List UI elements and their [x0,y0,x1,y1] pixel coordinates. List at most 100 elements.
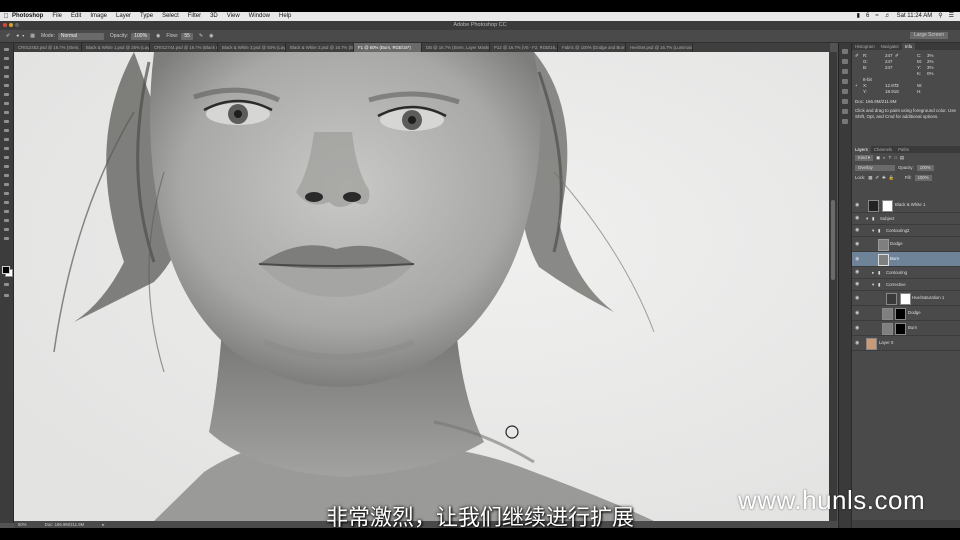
layer-row[interactable]: ◉ Burn [852,321,960,336]
gradient-tool-icon[interactable] [3,146,10,151]
history-brush-tool-icon[interactable] [3,128,10,133]
zoom-tool-icon[interactable] [3,227,10,232]
expand-arrow-icon[interactable]: ▾ [872,225,874,236]
clone-stamp-tool-icon[interactable] [3,119,10,124]
visibility-eye-icon[interactable]: ◉ [855,237,859,251]
fill-field[interactable]: 100% [914,175,932,181]
foreground-color-swatch[interactable] [2,266,10,274]
doc-tab[interactable]: Black & White 2.psd @ 16.7% (Burn, RGB/1… [286,43,354,52]
dodge-tool-icon[interactable] [3,164,10,169]
menu-edit[interactable]: Edit [71,12,81,21]
layer-group-row[interactable]: ◉ ▾ ▮ Subject [852,213,960,225]
close-window-icon[interactable] [3,23,7,27]
menu-list-icon[interactable]: ☰ [949,12,954,21]
menu-select[interactable]: Select [162,12,179,21]
tab-info[interactable]: Info [901,43,916,50]
minimize-window-icon[interactable] [9,23,13,27]
edit-toolbar-icon[interactable] [3,236,10,241]
tab-navigator[interactable]: Navigator [878,43,902,50]
swatches-panel-icon[interactable] [842,99,848,104]
visibility-eye-icon[interactable]: ◉ [855,279,859,290]
visibility-eye-icon[interactable]: ◉ [855,225,859,236]
apple-icon[interactable]:  [0,12,12,21]
layer-group-row[interactable]: ◉ ▾ ▮ Corrective [852,279,960,291]
lock-transparent-icon[interactable]: ▦ [868,175,872,181]
menu-image[interactable]: Image [90,12,107,21]
collapse-arrow-icon[interactable]: ▸ [872,267,874,278]
screen-mode-icon[interactable] [3,293,10,298]
layer-group-row[interactable]: ◉ ▸ ▮ Contouring [852,267,960,279]
menu-3d[interactable]: 3D [210,12,218,21]
wifi-icon[interactable]: ≈ [875,12,878,21]
tab-layers[interactable]: Layers [852,146,871,153]
menu-help[interactable]: Help [279,12,291,21]
filter-pixel-icon[interactable]: ▣ [876,155,880,161]
menu-photoshop[interactable]: Photoshop [12,12,43,21]
adjustments-panel-icon[interactable] [842,79,848,84]
layer-opacity-field[interactable]: 100% [916,165,934,171]
workspace-select[interactable]: Large Screen [909,32,948,39]
volume-icon[interactable]: ♬ [885,12,891,21]
visibility-eye-icon[interactable]: ◉ [855,306,859,320]
doc-tab[interactable]: HeelSet.psd @ 16.7% (Luminosity, RGB/16.… [626,43,693,52]
opacity-field[interactable]: 100% [131,32,151,40]
visibility-eye-icon[interactable]: ◉ [855,213,859,224]
menu-view[interactable]: View [227,12,240,21]
visibility-eye-icon[interactable]: ◉ [855,336,859,350]
document-canvas[interactable] [14,52,829,521]
layer-group-row[interactable]: ◉ ▾ ▮ Contouring2 [852,225,960,237]
blend-mode-select[interactable]: Overlay [855,165,895,171]
filter-smart-icon[interactable]: ▤ [900,155,904,161]
search-icon[interactable]: ⚲ [938,12,942,21]
doc-tab[interactable]: CR012453.psd @ 16.7% (Stem, RGB/16... [14,43,82,52]
eraser-tool-icon[interactable] [3,137,10,142]
history-panel-icon[interactable] [842,49,848,54]
expand-arrow-icon[interactable]: ▾ [866,213,868,224]
doc-tab[interactable]: Fabric @ 100% (Dodge and Burn, RGB/16... [558,43,626,52]
hand-tool-icon[interactable] [3,218,10,223]
visibility-eye-icon[interactable]: ◉ [855,267,859,278]
tab-channels[interactable]: Channels [871,146,895,153]
quick-mask-icon[interactable] [3,282,10,287]
doc-tab[interactable]: Black & White 3.psd @ 50% (Layer 0, RGB/… [218,43,286,52]
menu-window[interactable]: Window [249,12,270,21]
scroll-thumb[interactable] [831,200,835,280]
layer-row[interactable]: ◉ Black & White 1 [852,198,960,213]
mode-select[interactable]: Normal [57,32,104,40]
pressure-opacity-icon[interactable]: ◉ [156,30,160,42]
tab-paths[interactable]: Paths [895,146,912,153]
brush-panel-icon[interactable]: ▦ [30,30,35,42]
menu-layer[interactable]: Layer [116,12,131,21]
3d-tool-icon[interactable] [3,209,10,214]
actions-panel-icon[interactable] [842,89,848,94]
pen-tool-icon[interactable] [3,173,10,178]
properties-panel-icon[interactable] [842,59,848,64]
path-select-tool-icon[interactable] [3,191,10,196]
eyedropper-tool-icon[interactable] [3,92,10,97]
layer-row[interactable]: ◉ Dodge [852,306,960,321]
menu-file[interactable]: File [52,12,62,21]
canvas-scrollbar[interactable] [829,52,837,521]
menu-filter[interactable]: Filter [188,12,201,21]
battery-icon[interactable]: ▮ [857,12,860,21]
crop-tool-icon[interactable] [3,83,10,88]
healing-brush-tool-icon[interactable] [3,101,10,106]
quick-select-tool-icon[interactable] [3,74,10,79]
expand-arrow-icon[interactable]: ▾ [872,279,874,290]
layer-kind-filter[interactable]: Kind ▾ [855,155,873,161]
blur-tool-icon[interactable] [3,155,10,160]
layer-row[interactable]: ◉ Dodge [852,237,960,252]
visibility-eye-icon[interactable]: ◉ [855,252,859,266]
lock-paint-icon[interactable]: ✐ [875,175,879,181]
brush-preset-icon[interactable]: ✐ [6,30,10,42]
filter-adjust-icon[interactable]: ◐ [883,155,886,161]
lasso-tool-icon[interactable] [3,65,10,70]
visibility-eye-icon[interactable]: ◉ [855,321,859,335]
tab-histogram[interactable]: Histogram [852,43,878,50]
brush-tool-icon[interactable] [3,110,10,115]
menu-type[interactable]: Type [140,12,153,21]
visibility-eye-icon[interactable]: ◉ [855,291,859,305]
pressure-size-icon[interactable]: ◉ [209,30,213,42]
move-tool-icon[interactable] [3,47,10,52]
flow-field[interactable]: 55 [181,32,193,40]
